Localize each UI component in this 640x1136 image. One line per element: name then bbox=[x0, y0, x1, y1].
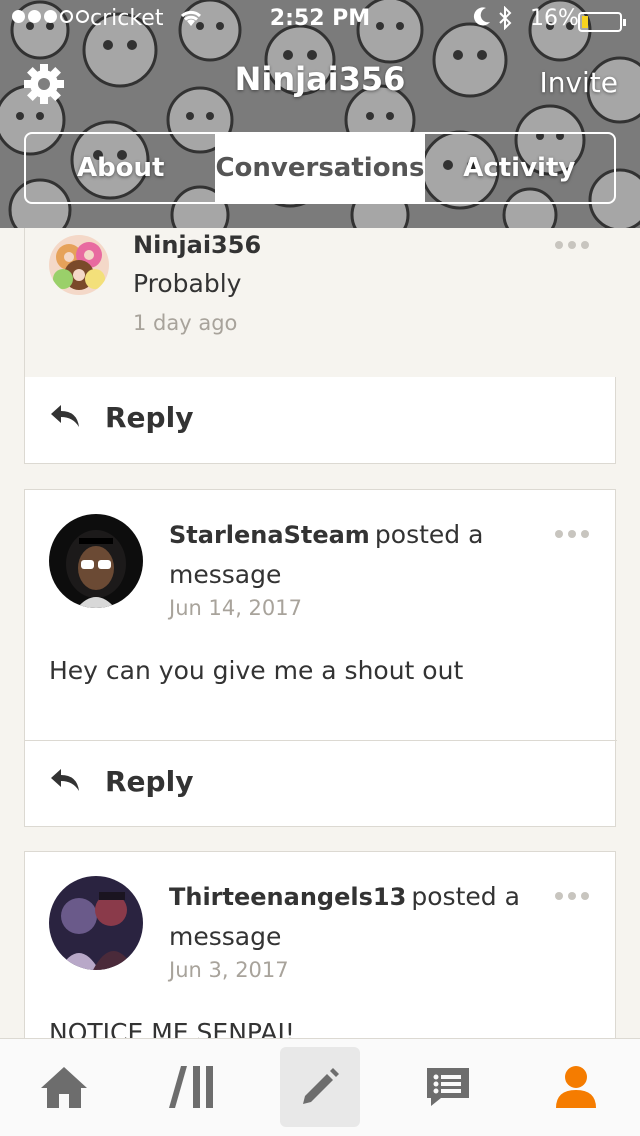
profile-icon bbox=[556, 1066, 596, 1108]
author-name[interactable]: Ninjai356 bbox=[133, 231, 261, 259]
home-icon bbox=[41, 1067, 87, 1108]
reply-button[interactable]: Reply bbox=[25, 377, 617, 463]
timestamp: Jun 14, 2017 bbox=[169, 596, 303, 620]
tab-about[interactable]: About bbox=[26, 134, 215, 202]
battery-icon bbox=[578, 12, 626, 32]
avatar-image bbox=[49, 876, 143, 970]
tab-conversations[interactable]: Conversations bbox=[215, 134, 425, 202]
write-icon bbox=[303, 1068, 339, 1104]
post-heading: StarlenaSteam posted a message bbox=[169, 516, 549, 596]
message-text: Probably bbox=[133, 269, 242, 298]
messages-icon bbox=[427, 1068, 469, 1106]
tab-profile[interactable] bbox=[536, 1047, 616, 1127]
more-options-icon[interactable] bbox=[555, 241, 589, 249]
avatar-image bbox=[49, 514, 143, 608]
post-heading: Thirteenangels13 posted a message bbox=[169, 878, 549, 958]
battery-percent: 16% bbox=[530, 6, 579, 31]
more-options-icon[interactable] bbox=[555, 892, 589, 900]
profile-tabs: About Conversations Activity bbox=[24, 132, 616, 204]
reply-arrow-icon bbox=[51, 405, 79, 427]
reply-label: Reply bbox=[105, 401, 194, 434]
donut-avatar-image bbox=[49, 235, 109, 295]
avatar[interactable] bbox=[49, 514, 143, 608]
bluetooth-icon bbox=[499, 6, 512, 30]
tab-home[interactable] bbox=[24, 1047, 104, 1127]
profile-header: cricket 2:52 PM 16% Ninjai356 Invite Abo… bbox=[0, 0, 640, 228]
battery-fill bbox=[582, 16, 588, 28]
tab-messages[interactable] bbox=[408, 1047, 488, 1127]
reply-button[interactable]: Reply bbox=[25, 740, 617, 826]
library-icon bbox=[169, 1066, 213, 1108]
message-text: NOTICE ME SENPAI! bbox=[49, 1018, 295, 1038]
author-name[interactable]: Thirteenangels13 bbox=[169, 883, 406, 911]
avatar[interactable] bbox=[49, 876, 143, 970]
avatar[interactable] bbox=[49, 235, 109, 295]
message-card: Ninjai356 Probably 1 day ago Reply bbox=[24, 228, 617, 464]
tab-library[interactable] bbox=[152, 1047, 232, 1127]
conversation-feed: Ninjai356 Probably 1 day ago Reply Starl… bbox=[0, 228, 640, 1038]
reply-label: Reply bbox=[105, 765, 194, 798]
message-card: Thirteenangels13 posted a message Jun 3,… bbox=[24, 851, 616, 1038]
reply-block bbox=[25, 228, 617, 377]
status-bar: cricket 2:52 PM 16% bbox=[0, 6, 640, 36]
timestamp: Jun 3, 2017 bbox=[169, 958, 289, 982]
more-options-icon[interactable] bbox=[555, 530, 589, 538]
bottom-tab-bar bbox=[0, 1038, 640, 1136]
message-card: StarlenaSteam posted a message Jun 14, 2… bbox=[24, 489, 617, 827]
tab-write[interactable] bbox=[280, 1047, 360, 1127]
timestamp: 1 day ago bbox=[133, 311, 238, 335]
invite-button[interactable]: Invite bbox=[539, 66, 618, 99]
message-text: Hey can you give me a shout out bbox=[49, 656, 464, 685]
tab-activity[interactable]: Activity bbox=[425, 134, 614, 202]
moon-icon bbox=[473, 7, 490, 26]
author-name[interactable]: StarlenaSteam bbox=[169, 521, 370, 549]
reply-arrow-icon bbox=[51, 769, 79, 791]
